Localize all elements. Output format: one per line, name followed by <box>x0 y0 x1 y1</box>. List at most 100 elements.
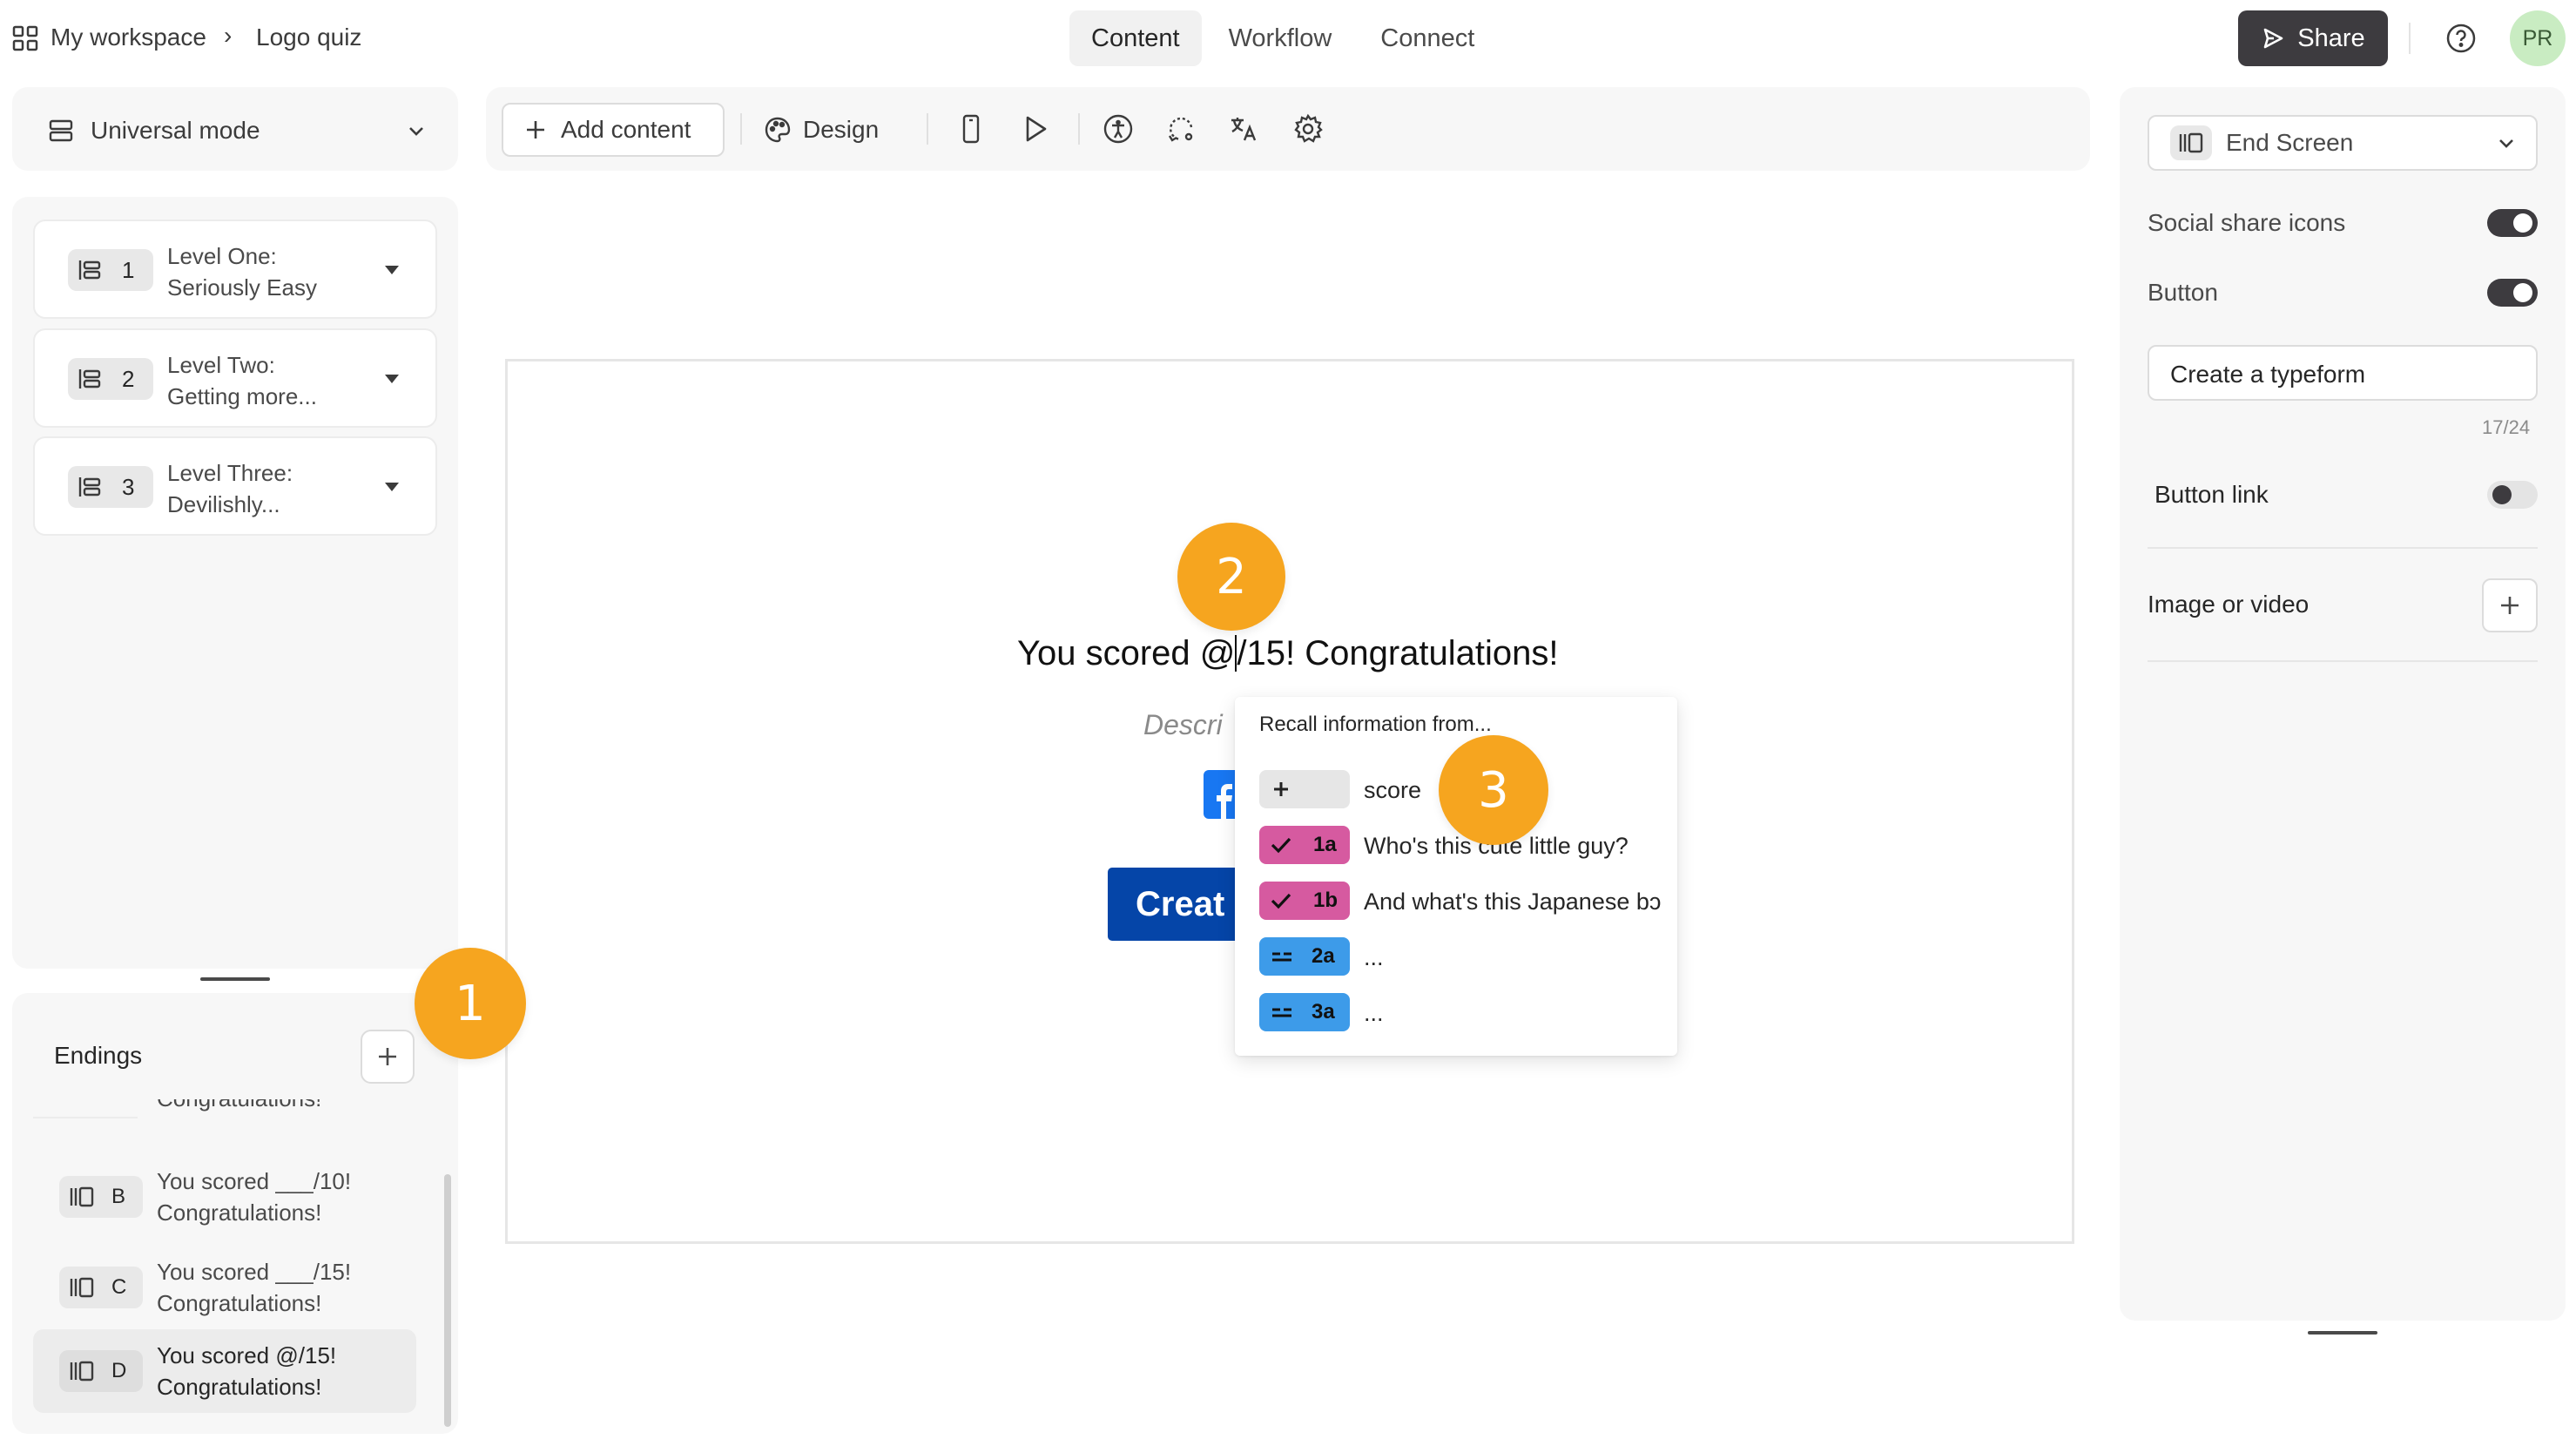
help-icon[interactable] <box>2445 23 2477 54</box>
recall-tag-label: 3a <box>1312 1000 1335 1024</box>
recall-tag-label: 2a <box>1312 944 1335 968</box>
description-placeholder[interactable]: Descri <box>1143 709 1223 741</box>
button-text-value: Create a typeform <box>2170 361 2366 388</box>
question-number: 3 <box>122 473 135 500</box>
resize-handle[interactable] <box>200 977 270 981</box>
button-text-input[interactable]: Create a typeform <box>2148 345 2538 401</box>
mobile-preview-icon[interactable] <box>956 113 986 145</box>
recall-item-label: score <box>1364 777 1422 803</box>
divider <box>1078 113 1080 145</box>
toggle-knob <box>2492 485 2512 504</box>
end-screen-icon <box>2170 125 2212 160</box>
end-screen-icon <box>68 1358 96 1384</box>
ending-item-d-selected[interactable]: D You scored @/15! Congratulations! <box>33 1329 416 1413</box>
resize-handle[interactable] <box>2308 1331 2377 1335</box>
end-screen-headline[interactable]: You scored @/15! Congratulations! <box>1017 634 1559 673</box>
add-content-button[interactable]: Add content <box>502 103 725 157</box>
ending-line1: You scored ___/10! <box>157 1168 352 1194</box>
ending-line2: Congratulations! <box>157 1374 322 1400</box>
add-content-label: Add content <box>561 116 691 143</box>
share-button[interactable]: Share <box>2238 10 2388 66</box>
question-card[interactable]: 1 Level One: Seriously Easy <box>33 220 437 319</box>
check-icon <box>1270 891 1292 910</box>
divider <box>2148 547 2538 549</box>
ending-line2: Congratulations! <box>157 1199 322 1226</box>
send-icon <box>2261 26 2285 51</box>
breadcrumb-form-name[interactable]: Logo quiz <box>256 24 361 51</box>
ending-item-b[interactable]: B You scored ___/10! Congratulations! <box>33 1155 416 1239</box>
ending-line2: Congratulations! <box>157 1290 322 1316</box>
recall-tag <box>1259 770 1350 808</box>
recall-item-2a[interactable]: 2a ... <box>1259 937 1677 976</box>
button-label: Button <box>2148 279 2218 306</box>
headline-after: /15! Congratulations! <box>1237 634 1559 672</box>
button-link-toggle[interactable] <box>2487 481 2538 509</box>
toggle-knob <box>2513 283 2532 302</box>
ending-item-partial[interactable]: Congratulations! <box>157 1099 321 1112</box>
recall-tag: 2a <box>1259 937 1350 976</box>
ending-line1: You scored @/15! <box>157 1342 337 1368</box>
tab-content[interactable]: Content <box>1069 10 1202 66</box>
avatar-initials: PR <box>2522 25 2553 51</box>
ending-item-c[interactable]: C You scored ___/15! Congratulations! <box>33 1246 416 1329</box>
char-count: 17/24 <box>2482 416 2531 438</box>
recall-item-label: ... <box>1364 1000 1384 1026</box>
divider <box>740 113 742 145</box>
chevron-down-icon <box>406 120 427 141</box>
facebook-share-icon[interactable] <box>1204 770 1238 819</box>
layers-icon <box>47 117 75 145</box>
add-media-button[interactable] <box>2482 578 2538 632</box>
recall-item-3a[interactable]: 3a ... <box>1259 993 1677 1031</box>
screen-type-select[interactable]: End Screen <box>2148 115 2538 171</box>
button-toggle[interactable] <box>2487 279 2538 307</box>
play-preview-icon[interactable] <box>1019 113 1050 145</box>
recall-tag: 3a <box>1259 993 1350 1031</box>
caret-down-icon[interactable] <box>381 372 402 386</box>
accessibility-icon[interactable] <box>1103 113 1134 145</box>
statement-icon <box>77 366 103 392</box>
cta-button-preview[interactable]: Creat <box>1108 868 1238 941</box>
avatar[interactable]: PR <box>2510 10 2566 66</box>
ending-line1: You scored ___/15! <box>157 1259 352 1285</box>
question-badge: 2 <box>68 358 153 400</box>
end-screen-icon <box>68 1274 96 1301</box>
translate-icon[interactable] <box>1228 113 1259 145</box>
social-share-toggle[interactable] <box>2487 209 2538 237</box>
mode-selector[interactable]: Universal mode <box>47 113 430 148</box>
chevron-down-icon <box>2496 132 2517 153</box>
ending-badge: D <box>59 1350 143 1392</box>
question-card[interactable]: 3 Level Three: Devilishly... <box>33 436 437 536</box>
add-ending-button[interactable] <box>361 1030 415 1084</box>
scrollbar[interactable] <box>444 1174 451 1427</box>
workspace-grid-icon[interactable] <box>12 25 38 51</box>
ending-text: You scored @/15! Congratulations! <box>157 1340 336 1402</box>
caret-down-icon[interactable] <box>381 480 402 494</box>
mode-label: Universal mode <box>91 117 260 144</box>
question-title: Level Two: Getting more... <box>167 349 317 412</box>
breadcrumb-workspace[interactable]: My workspace <box>51 24 206 51</box>
settings-panel <box>2120 87 2566 1321</box>
ending-letter: B <box>111 1185 126 1208</box>
recall-item-1b[interactable]: 1b And what's this Japanese bɔ <box>1259 882 1677 920</box>
caret-down-icon[interactable] <box>381 263 402 277</box>
top-bar: My workspace › Logo quiz Content Workflo… <box>0 0 2576 78</box>
ending-text: You scored ___/10! Congratulations! <box>157 1166 351 1228</box>
statement-icon <box>77 474 103 500</box>
design-button[interactable]: Design <box>763 108 879 152</box>
question-card[interactable]: 2 Level Two: Getting more... <box>33 328 437 428</box>
recall-tag-label: 1b <box>1313 889 1339 912</box>
toolbar <box>486 87 2090 171</box>
tab-connect[interactable]: Connect <box>1359 10 1496 66</box>
recall-item-label: ... <box>1364 944 1384 970</box>
social-share-label: Social share icons <box>2148 209 2346 236</box>
toggle-knob <box>2513 213 2532 233</box>
end-screen-icon <box>68 1184 96 1210</box>
tab-workflow[interactable]: Workflow <box>1207 10 1354 66</box>
callout-badge-2: 2 <box>1177 523 1285 631</box>
logic-icon[interactable] <box>1165 113 1197 145</box>
button-link-label: Button link <box>2155 481 2269 508</box>
breadcrumb-separator: › <box>224 22 233 49</box>
ending-letter: C <box>111 1275 127 1299</box>
settings-gear-icon[interactable] <box>1292 113 1324 145</box>
main-tabs: Content Workflow Connect <box>1069 10 1496 66</box>
